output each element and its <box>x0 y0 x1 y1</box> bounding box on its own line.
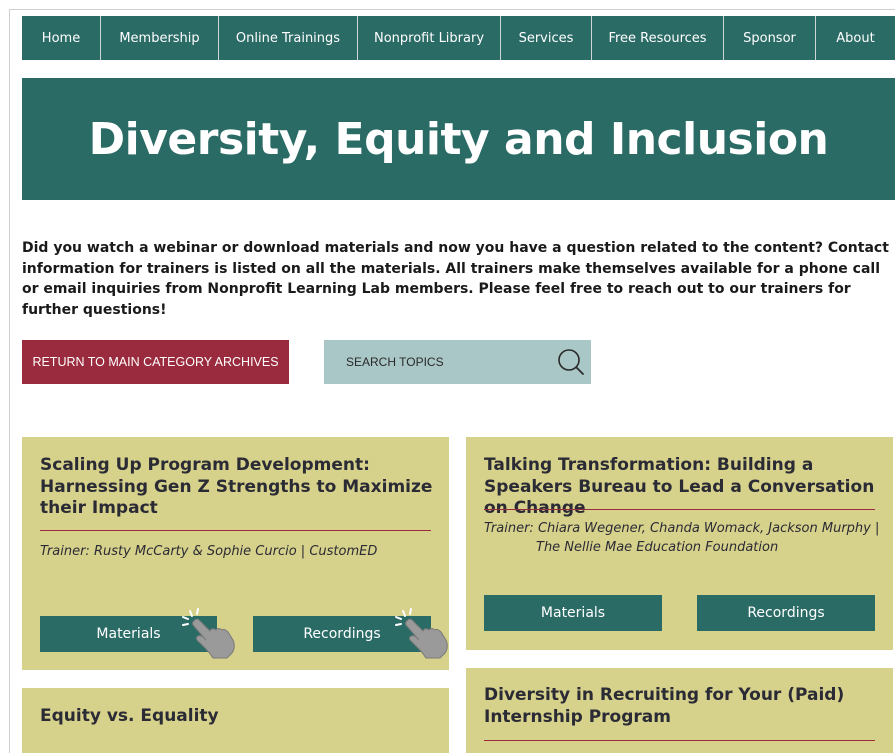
card-title[interactable]: Scaling Up Program Development: Harnessi… <box>40 455 440 520</box>
nav-free-resources[interactable]: Free Resources <box>592 16 724 60</box>
search-topics-input[interactable]: SEARCH TOPICS <box>324 340 591 384</box>
training-card: Talking Transformation: Building a Speak… <box>466 437 893 650</box>
training-card: Scaling Up Program Development: Harnessi… <box>22 437 449 670</box>
search-placeholder: SEARCH TOPICS <box>346 355 444 369</box>
card-title[interactable]: Diversity in Recruiting for Your (Paid) … <box>484 685 884 728</box>
recordings-button[interactable]: Recordings <box>697 595 875 631</box>
page-title: Diversity, Equity and Inclusion <box>88 113 829 165</box>
card-divider <box>484 740 875 741</box>
main-nav: Home Membership Online Trainings Nonprof… <box>22 16 895 60</box>
training-card: Diversity in Recruiting for Your (Paid) … <box>466 668 893 753</box>
materials-button[interactable]: Materials <box>484 595 662 631</box>
nav-about[interactable]: About <box>816 16 895 60</box>
training-card: Equity vs. Equality <box>22 688 449 753</box>
nav-sponsor[interactable]: Sponsor <box>724 16 816 60</box>
intro-text: Did you watch a webinar or download mate… <box>22 240 889 318</box>
card-divider <box>484 509 875 510</box>
nav-services[interactable]: Services <box>501 16 592 60</box>
nav-nonprofit-library[interactable]: Nonprofit Library <box>358 16 501 60</box>
card-trainer-org: The Nellie Mae Education Foundation <box>536 540 779 555</box>
pointing-hand-icon <box>182 608 235 659</box>
card-title[interactable]: Equity vs. Equality <box>40 706 440 728</box>
pointing-hand-icon <box>395 608 448 659</box>
card-divider <box>40 530 431 531</box>
nav-membership[interactable]: Membership <box>101 16 219 60</box>
nav-online-trainings[interactable]: Online Trainings <box>219 16 358 60</box>
nav-home[interactable]: Home <box>22 16 101 60</box>
category-banner: Diversity, Equity and Inclusion <box>22 78 895 200</box>
search-icon[interactable] <box>557 348 585 376</box>
card-trainer: Trainer: Rusty McCarty & Sophie Curcio |… <box>40 544 378 559</box>
card-trainer: Trainer: Chiara Wegener, Chanda Womack, … <box>484 521 880 536</box>
return-to-archives-button[interactable]: RETURN TO MAIN CATEGORY ARCHIVES <box>22 340 289 384</box>
